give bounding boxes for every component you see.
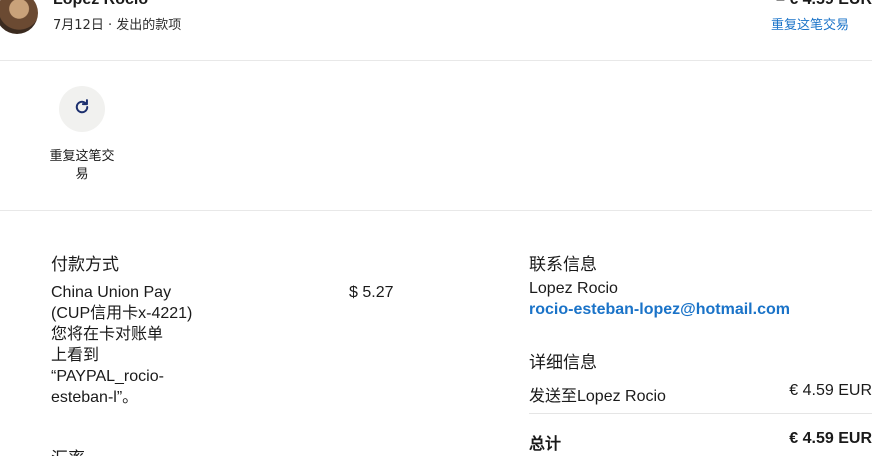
repeat-transaction-button[interactable]: 重复这笔交易 bbox=[44, 86, 120, 184]
contact-name: Lopez Rocio bbox=[529, 280, 618, 297]
payment-method-text: China Union Pay (CUP信用卡x-4221) 您将在卡对账单 上… bbox=[51, 284, 193, 406]
repeat-transaction-link[interactable]: 重复这笔交易 bbox=[771, 14, 849, 33]
refresh-icon bbox=[73, 98, 91, 120]
counterparty-name: Lopez Rocio bbox=[53, 0, 148, 9]
details-row-divider bbox=[529, 413, 872, 414]
exchange-rate-title: 汇率 bbox=[51, 444, 85, 456]
total-value: € 4.59 EUR bbox=[789, 430, 872, 447]
sent-to-label: 发送至Lopez Rocio bbox=[529, 388, 666, 405]
repeat-icon-circle[interactable] bbox=[59, 86, 105, 132]
header-divider bbox=[0, 60, 872, 61]
total-label: 总计 bbox=[529, 436, 562, 453]
transaction-amount: – € 4.59 EUR bbox=[776, 0, 872, 9]
sent-to-value: € 4.59 EUR bbox=[789, 382, 872, 399]
avatar bbox=[0, 0, 38, 34]
transaction-header: Lopez Rocio 7月12日 · 发出的款项 – € 4.59 EUR 重… bbox=[0, 0, 872, 60]
transaction-subtitle: 7月12日 · 发出的款项 bbox=[53, 18, 182, 33]
actions-divider bbox=[0, 210, 872, 211]
payment-method-title: 付款方式 bbox=[51, 255, 119, 275]
contact-email-link[interactable]: rocio-esteban-lopez@hotmail.com bbox=[529, 301, 790, 319]
details-title: 详细信息 bbox=[529, 353, 597, 373]
repeat-transaction-label: 重复这笔交易 bbox=[49, 149, 115, 182]
payment-amount: $ 5.27 bbox=[349, 284, 394, 301]
transaction-details-page: Lopez Rocio 7月12日 · 发出的款项 – € 4.59 EUR 重… bbox=[0, 0, 872, 456]
contact-info-title: 联系信息 bbox=[529, 255, 597, 275]
